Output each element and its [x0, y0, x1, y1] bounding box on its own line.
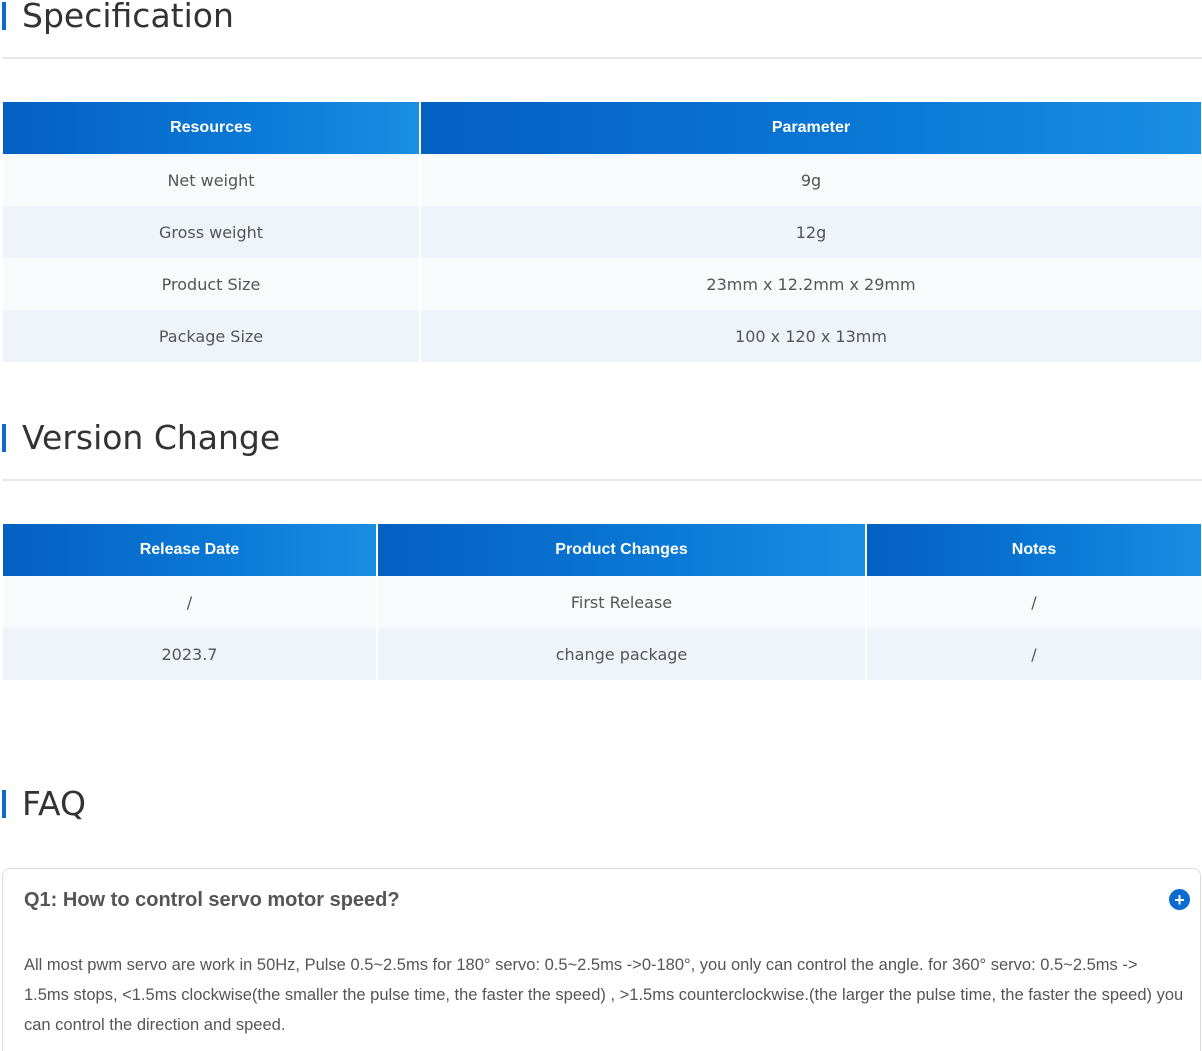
table-cell: change package — [378, 628, 867, 680]
table-cell: Gross weight — [3, 206, 421, 258]
column-header-parameter: Parameter — [421, 102, 1201, 154]
column-header-product-changes: Product Changes — [378, 524, 867, 576]
table-cell: / — [867, 628, 1201, 680]
section-accent-bar — [2, 789, 6, 818]
table-cell: 9g — [421, 154, 1201, 206]
table-cell: Product Size — [3, 258, 421, 310]
table-cell: 2023.7 — [3, 628, 378, 680]
section-title-text: Version Change — [22, 418, 281, 457]
column-header-resources: Resources — [3, 102, 421, 154]
section-title-text: FAQ — [22, 784, 86, 823]
table-cell: First Release — [378, 576, 867, 628]
section-title-faq: FAQ — [0, 784, 86, 823]
table-cell: 23mm x 12.2mm x 29mm — [421, 258, 1201, 310]
table-row: Gross weight 12g — [3, 206, 1201, 258]
faq-item: Q1: How to control servo motor speed? + … — [2, 868, 1201, 1051]
table-row: Package Size 100 x 120 x 13mm — [3, 310, 1201, 362]
table-cell: 12g — [421, 206, 1201, 258]
faq-answer: All most pwm servo are work in 50Hz, Pul… — [24, 956, 1184, 1034]
table-row: Product Size 23mm x 12.2mm x 29mm — [3, 258, 1201, 310]
table-cell: Package Size — [3, 310, 421, 362]
section-title-specification: Specification — [0, 0, 234, 35]
section-divider — [2, 57, 1202, 59]
section-title-version-change: Version Change — [0, 418, 280, 457]
faq-question[interactable]: Q1: How to control servo motor speed? — [24, 889, 400, 912]
section-accent-bar — [2, 423, 6, 452]
table-row: 2023.7 change package / — [3, 628, 1201, 680]
table-row: / First Release / — [3, 576, 1201, 628]
table-row: Net weight 9g — [3, 154, 1201, 206]
section-accent-bar — [2, 1, 6, 30]
table-header-row: Release Date Product Changes Notes — [3, 524, 1201, 576]
plus-circle-icon[interactable]: + — [1169, 889, 1190, 910]
table-header-row: Resources Parameter — [3, 102, 1201, 154]
specification-table: Resources Parameter Net weight 9g Gross … — [3, 102, 1201, 362]
table-cell: / — [3, 576, 378, 628]
column-header-release-date: Release Date — [3, 524, 378, 576]
version-change-table: Release Date Product Changes Notes / Fir… — [3, 524, 1201, 680]
table-cell: / — [867, 576, 1201, 628]
section-title-text: Specification — [22, 0, 234, 35]
column-header-notes: Notes — [867, 524, 1201, 576]
table-cell: Net weight — [3, 154, 421, 206]
section-divider — [2, 479, 1202, 481]
table-cell: 100 x 120 x 13mm — [421, 310, 1201, 362]
